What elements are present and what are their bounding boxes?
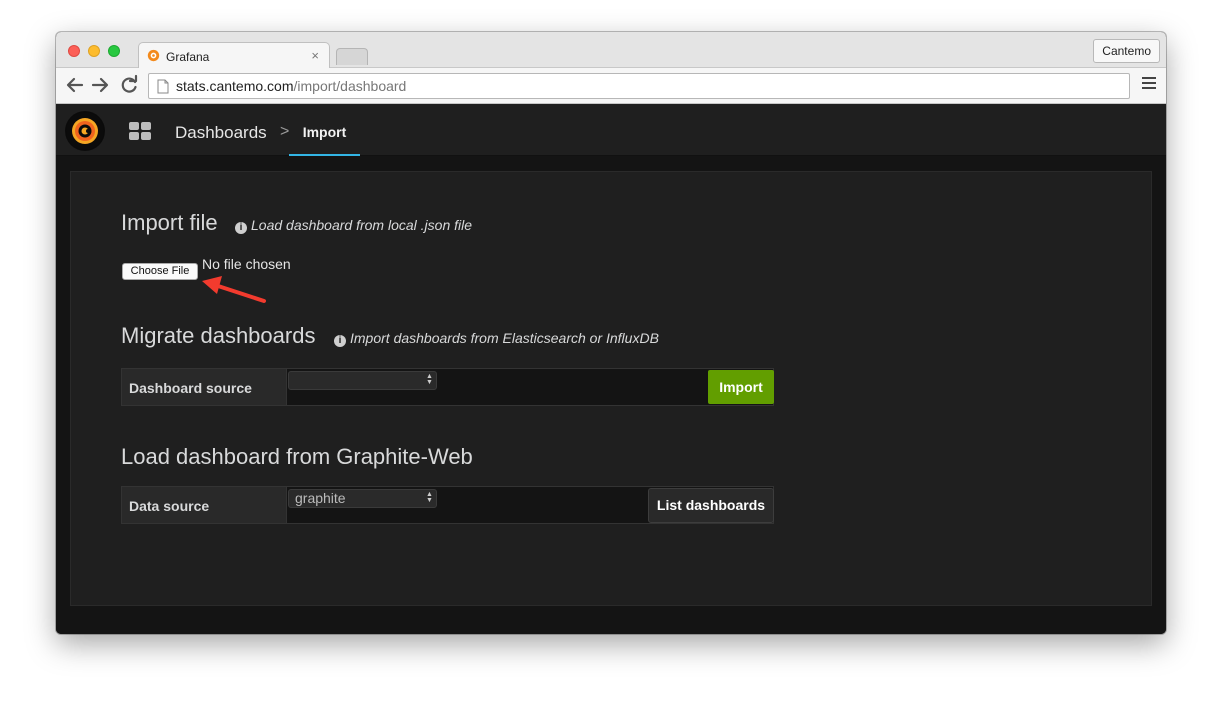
- select-arrows-icon: ▲ ▼: [426, 491, 433, 504]
- new-tab-button[interactable]: [336, 48, 368, 65]
- import-button[interactable]: Import: [708, 370, 774, 404]
- tab-title: Grafana: [166, 50, 210, 64]
- import-file-hint-text: Load dashboard from local .json file: [251, 217, 473, 233]
- back-arrow-icon[interactable]: [64, 74, 86, 96]
- grafana-navbar: Dashboards > Import: [56, 104, 1166, 156]
- address-bar[interactable]: stats.cantemo.com/import/dashboard: [148, 73, 1130, 99]
- data-source-value: graphite: [295, 490, 346, 506]
- reload-icon[interactable]: [118, 74, 140, 96]
- grafana-logo-icon[interactable]: [65, 111, 105, 151]
- select-arrows-icon: ▲ ▼: [426, 373, 433, 386]
- dashboard-source-label: Dashboard source: [122, 369, 287, 405]
- grafana-app: Dashboards > Import Import file i Load da…: [56, 104, 1166, 634]
- title-bar: Grafana × Cantemo: [56, 32, 1166, 69]
- breadcrumb-dashboards[interactable]: Dashboards: [175, 123, 267, 143]
- browser-window: Grafana × Cantemo stats.cantemo.com/impo…: [56, 32, 1166, 634]
- info-icon: i: [235, 222, 247, 234]
- list-dashboards-button[interactable]: List dashboards: [648, 488, 774, 523]
- import-panel: Import file i Load dashboard from local .…: [70, 171, 1152, 606]
- graphite-title: Load dashboard from Graphite-Web: [121, 444, 473, 469]
- dashboard-source-row: Dashboard source ▲ ▼ Import: [121, 368, 774, 406]
- import-file-hint: i Load dashboard from local .json file: [235, 217, 472, 234]
- data-source-label: Data source: [122, 487, 287, 523]
- migrate-hint-text: Import dashboards from Elasticsearch or …: [350, 330, 659, 346]
- info-icon: i: [334, 335, 346, 347]
- minimize-window-button[interactable]: [88, 45, 100, 57]
- breadcrumb-separator-icon: >: [280, 123, 290, 140]
- hamburger-menu-icon[interactable]: [1142, 77, 1156, 91]
- migrate-dashboards-title: Migrate dashboards: [121, 323, 316, 348]
- red-annotation-arrow-icon: [202, 276, 266, 303]
- dashboards-grid-icon[interactable]: [129, 122, 151, 140]
- data-source-select[interactable]: graphite ▲ ▼: [288, 489, 437, 508]
- grafana-favicon-icon: [147, 49, 160, 62]
- data-source-row: Data source graphite ▲ ▼ List dashboards: [121, 486, 774, 524]
- choose-file-button[interactable]: Choose File: [122, 263, 198, 280]
- url-host: stats.cantemo.com: [176, 78, 294, 94]
- file-status-text: No file chosen: [202, 256, 291, 272]
- import-file-title: Import file: [121, 210, 218, 235]
- migrate-dashboards-hint: i Import dashboards from Elasticsearch or…: [334, 330, 659, 347]
- breadcrumb-import[interactable]: Import: [289, 104, 360, 156]
- maximize-window-button[interactable]: [108, 45, 120, 57]
- page-icon: [157, 79, 169, 94]
- close-window-button[interactable]: [68, 45, 80, 57]
- profile-button[interactable]: Cantemo: [1093, 39, 1160, 63]
- forward-arrow-icon[interactable]: [89, 74, 111, 96]
- url-text: stats.cantemo.com/import/dashboard: [176, 74, 406, 98]
- browser-tab-grafana[interactable]: Grafana ×: [138, 42, 330, 69]
- tab-close-icon[interactable]: ×: [311, 48, 319, 63]
- browser-toolbar: stats.cantemo.com/import/dashboard: [56, 68, 1166, 104]
- dashboard-source-select[interactable]: ▲ ▼: [288, 371, 437, 390]
- url-path: /import/dashboard: [293, 78, 407, 94]
